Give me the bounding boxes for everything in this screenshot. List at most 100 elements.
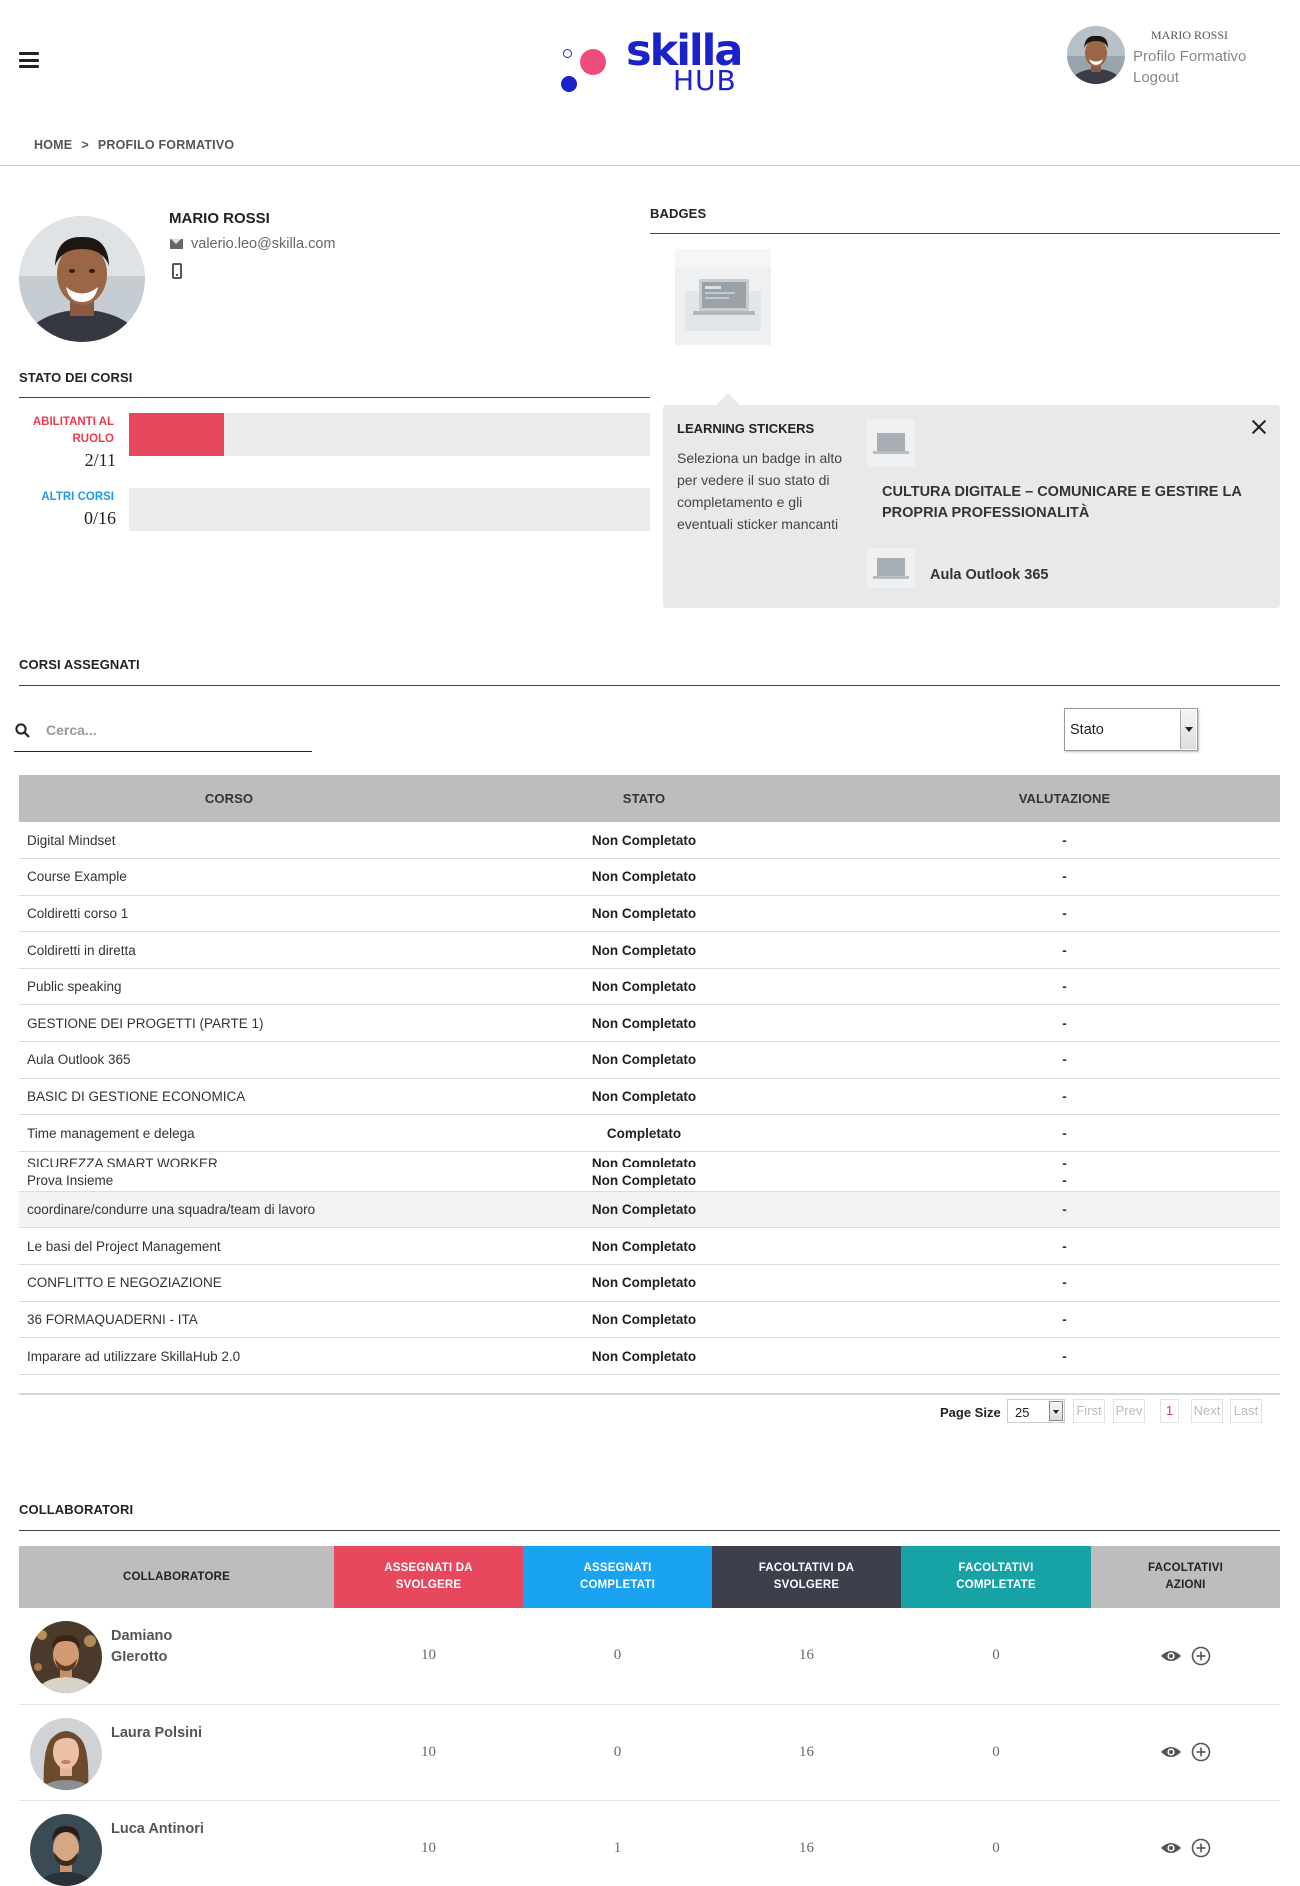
course-rating: -	[849, 822, 1280, 860]
menu-icon[interactable]	[19, 52, 39, 68]
table-row[interactable]: Imparare ad utilizzare SkillaHub 2.0 Non …	[19, 1337, 1280, 1375]
collaboratore-row[interactable]: Laura Polsini 10 0 16 0	[19, 1704, 1280, 1801]
assegnati-completati-value: 0	[523, 1704, 712, 1801]
plus-circle-icon[interactable]	[1191, 1646, 1211, 1666]
page-size-value: 25	[1015, 1405, 1030, 1420]
column-assegnati-completati[interactable]: ASSEGNATI COMPLETATI	[523, 1546, 712, 1608]
chevron-down-icon	[1180, 710, 1196, 749]
eye-icon[interactable]	[1160, 1745, 1182, 1759]
logo-dot-outline	[563, 49, 572, 58]
sticker-item-thumbnail	[867, 548, 915, 588]
course-status: Non Completato	[439, 1170, 849, 1192]
course-name: Course Example	[19, 858, 439, 896]
divider	[650, 233, 1280, 234]
breadcrumb-home[interactable]: HOME	[34, 138, 72, 152]
collaboratori-title: COLLABORATORI	[19, 1502, 134, 1517]
table-row[interactable]: coordinare/condurre una squadra/team di …	[19, 1191, 1280, 1229]
course-rating: -	[849, 1337, 1280, 1375]
stato-filter-value: Stato	[1070, 722, 1104, 738]
collaboratore-name[interactable]: Luca Antinori	[111, 1819, 211, 1840]
table-row[interactable]: Aula Outlook 365 Non Completato -	[19, 1041, 1280, 1079]
table-row[interactable]: Prova Insieme Non Completato -	[19, 1170, 1280, 1192]
sticker-course-thumbnail	[867, 419, 915, 467]
page-size-select[interactable]: 25	[1007, 1399, 1065, 1423]
pager-next-button[interactable]: Next	[1191, 1399, 1223, 1423]
eye-icon[interactable]	[1160, 1841, 1182, 1855]
table-row[interactable]: Coldiretti corso 1 Non Completato -	[19, 895, 1280, 933]
collaboratore-row[interactable]: Damiano GIerotto 10 0 16 0	[19, 1608, 1280, 1705]
altri-corsi-label: ALTRI CORSI	[41, 491, 114, 503]
column-facoltativi-azioni[interactable]: FACOLTATIVI AZIONI	[1091, 1546, 1280, 1608]
divider	[19, 685, 1280, 686]
collaboratori-table: COLLABORATORE ASSEGNATI DA SVOLGERE ASSE…	[19, 1546, 1280, 1886]
column-facoltativi-completate[interactable]: FACOLTATIVI COMPLETATE	[901, 1546, 1091, 1608]
assegnati-completati-value: 0	[523, 1608, 712, 1705]
collaboratore-avatar[interactable]	[30, 1813, 102, 1886]
breadcrumb-separator: >	[81, 138, 89, 152]
profilo-formativo-link[interactable]: Profilo Formativo	[1133, 48, 1246, 65]
table-row[interactable]: Coldiretti in diretta Non Completato -	[19, 931, 1280, 969]
pager-last-button[interactable]: Last	[1230, 1399, 1262, 1423]
table-row[interactable]: Public speaking Non Completato -	[19, 968, 1280, 1006]
course-rating: -	[849, 931, 1280, 969]
table-row[interactable]: BASIC DI GESTIONE ECONOMICA Non Completat…	[19, 1078, 1280, 1116]
pager-prev-button[interactable]: Prev	[1113, 1399, 1145, 1423]
corsi-table: CORSO STATO VALUTAZIONE Digital Mindset N…	[19, 775, 1280, 1375]
column-valutazione[interactable]: VALUTAZIONE	[849, 775, 1280, 822]
column-stato[interactable]: STATO	[439, 775, 849, 822]
course-rating: -	[849, 1191, 1280, 1229]
table-row[interactable]: SICUREZZA SMART WORKER Non Completato -	[19, 1151, 1280, 1170]
collaboratore-name[interactable]: Damiano GIerotto	[111, 1626, 211, 1668]
collaboratore-name[interactable]: Laura Polsini	[111, 1723, 211, 1744]
course-status: Non Completato	[439, 1227, 849, 1266]
plus-circle-icon[interactable]	[1191, 1838, 1211, 1858]
column-corso[interactable]: CORSO	[19, 775, 439, 822]
skilla-hub-logo[interactable]: skilla HUB	[560, 26, 750, 100]
course-rating: -	[849, 858, 1280, 896]
course-rating: -	[849, 1041, 1280, 1079]
table-header: COLLABORATORE ASSEGNATI DA SVOLGERE ASSE…	[19, 1546, 1280, 1608]
table-row[interactable]: Digital Mindset Non Completato -	[19, 822, 1280, 860]
collaboratore-row[interactable]: Luca Antinori 10 1 16 0	[19, 1800, 1280, 1886]
collaboratore-avatar[interactable]	[30, 1621, 102, 1693]
table-row[interactable]: GESTIONE DEI PROGETTI (PARTE 1) Non Compl…	[19, 1004, 1280, 1043]
table-row[interactable]: Time management e delega Completato -	[19, 1114, 1280, 1152]
table-row[interactable]: Course Example Non Completato -	[19, 858, 1280, 896]
pager-page-1[interactable]: 1	[1160, 1399, 1179, 1423]
course-status: Non Completato	[439, 1191, 849, 1229]
course-status: Non Completato	[439, 1041, 849, 1079]
profile-email[interactable]: valerio.leo@skilla.com	[191, 236, 335, 252]
table-row[interactable]: Le basi del Project Management Non Comple…	[19, 1227, 1280, 1266]
logo-dot-pink	[580, 49, 606, 75]
badge-thumbnail[interactable]	[675, 249, 771, 345]
table-bottom-border	[19, 1393, 1280, 1395]
collaboratore-avatar[interactable]	[30, 1717, 102, 1790]
course-status: Non Completato	[439, 1301, 849, 1339]
chevron-down-icon	[1049, 1401, 1063, 1421]
logout-link[interactable]: Logout	[1133, 69, 1179, 86]
column-facoltativi-da-svolgere[interactable]: FACOLTATIVI DA SVOLGERE	[712, 1546, 901, 1608]
altri-corsi-count: 0/16	[83, 508, 116, 528]
abilitanti-progress-fill	[129, 413, 224, 456]
course-rating: -	[849, 1301, 1280, 1339]
facoltativi-da-svolgere-value: 16	[712, 1608, 901, 1705]
column-collaboratore[interactable]: COLLABORATORE	[19, 1546, 334, 1608]
user-avatar[interactable]	[1067, 26, 1125, 84]
table-row[interactable]: CONFLITTO E NEGOZIAZIONE Non Completato -	[19, 1264, 1280, 1302]
eye-icon[interactable]	[1160, 1649, 1182, 1663]
course-status: Non Completato	[439, 822, 849, 860]
breadcrumb-current[interactable]: PROFILO FORMATIVO	[98, 138, 235, 152]
stato-filter-select[interactable]: Stato	[1064, 708, 1198, 751]
column-assegnati-da-svolgere[interactable]: ASSEGNATI DA SVOLGERE	[334, 1546, 523, 1608]
corsi-assegnati-title: CORSI ASSEGNATI	[19, 657, 140, 672]
course-status: Non Completato	[591, 1155, 697, 1167]
plus-circle-icon[interactable]	[1191, 1742, 1211, 1762]
course-name: Aula Outlook 365	[19, 1041, 439, 1079]
breadcrumb: HOME > PROFILO FORMATIVO	[34, 138, 234, 152]
search-input[interactable]	[46, 716, 306, 744]
close-icon[interactable]	[1251, 419, 1267, 435]
course-rating: -	[849, 1227, 1280, 1266]
pager-first-button[interactable]: First	[1073, 1399, 1105, 1423]
table-row[interactable]: 36 FORMAQUADERNI - ITA Non Completato -	[19, 1301, 1280, 1339]
divider	[0, 165, 1300, 166]
